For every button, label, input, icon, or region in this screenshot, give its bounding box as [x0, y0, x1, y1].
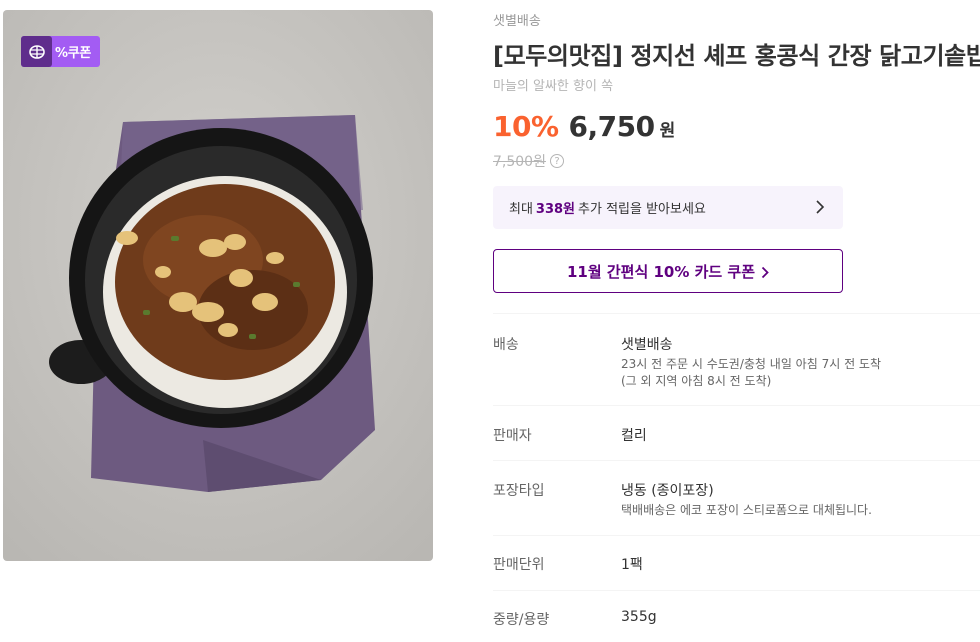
spec-label: 판매자 [493, 428, 532, 444]
spec-detail: (그 외 지역 아침 8시 전 도착) [621, 374, 772, 388]
price-row: 10% 6,750 원 [493, 110, 675, 143]
product-image: %쿠폰 [3, 10, 433, 561]
point-prefix: 최대 [509, 202, 533, 217]
spec-row-delivery: 배송 샛별배송 23시 전 주문 시 수도권/충청 내일 아침 7시 전 도착 … [493, 313, 980, 405]
spec-label: 포장타입 [493, 483, 545, 499]
spec-value: 샛별배송 [621, 337, 673, 353]
card-coupon-label: 11월 간편식 10% 카드 쿠폰 [566, 262, 756, 281]
product-info: 샛별배송 [모두의맛집] 정지선 셰프 홍콩식 간장 닭고기솥밥 마늘의 알싸한… [493, 0, 980, 642]
coupon-badge: %쿠폰 [21, 36, 100, 67]
question-icon[interactable]: ? [549, 154, 564, 168]
point-amount: 338원 [535, 202, 576, 217]
original-price-row: 7,500원 ? [493, 151, 564, 171]
spec-row-seller: 판매자 컬리 [493, 405, 980, 460]
spec-detail: 택배배송은 에코 포장이 스티로폼으로 대체됩니다. [621, 503, 872, 517]
chevron-right-icon [816, 200, 825, 214]
point-suffix: 추가 적립을 받아보세요 [578, 202, 706, 217]
delivery-type: 샛별배송 [493, 14, 541, 29]
card-coupon-button[interactable]: 11월 간편식 10% 카드 쿠폰 [493, 249, 843, 293]
spec-label: 중량/용량 [493, 612, 550, 628]
product-photo-illustration [3, 10, 433, 561]
spec-value: 355g [621, 609, 657, 625]
product-title: [모두의맛집] 정지선 셰프 홍콩식 간장 닭고기솥밥 [493, 42, 980, 70]
spec-row-packaging: 포장타입 냉동 (종이포장) 택배배송은 에코 포장이 스티로폼으로 대체됩니다… [493, 460, 980, 535]
spec-value: 1팩 [621, 557, 643, 573]
spec-detail: 23시 전 주문 시 수도권/충청 내일 아침 7시 전 도착 [621, 357, 881, 371]
coupon-badge-label: %쿠폰 [55, 46, 92, 61]
chevron-right-icon [761, 266, 769, 278]
original-price: 7,500원 [493, 154, 546, 170]
spec-row-unit: 판매단위 1팩 [493, 535, 980, 590]
spec-value: 컬리 [621, 428, 647, 444]
spec-label: 판매단위 [493, 557, 545, 573]
brand-logo-icon [21, 36, 52, 67]
point-accrual-banner[interactable]: 최대 338원 추가 적립을 받아보세요 [493, 186, 843, 229]
spec-value: 냉동 (종이포장) [621, 483, 714, 499]
spec-row-weight: 중량/용량 355g [493, 590, 980, 642]
product-subtitle: 마늘의 알싸한 향이 쏙 [493, 79, 614, 94]
sale-price: 6,750 [568, 110, 656, 143]
spec-label: 배송 [493, 337, 519, 353]
discount-rate: 10% [493, 110, 559, 143]
currency-unit: 원 [659, 121, 676, 141]
